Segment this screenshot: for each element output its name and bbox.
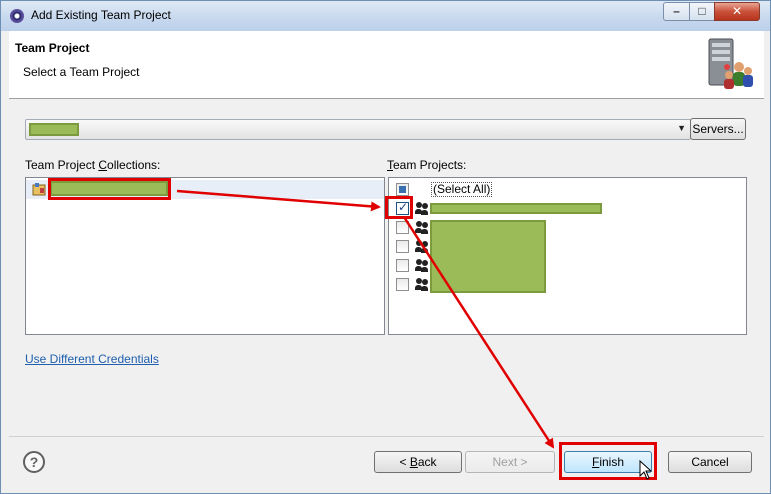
arrow-to-finish: [402, 216, 555, 449]
mouse-cursor-icon: [639, 460, 653, 480]
annotation-arrows: [176, 189, 555, 449]
arrow-to-checkbox: [176, 189, 381, 212]
dialog-window: Add Existing Team Project – □ ✕ Team Pro…: [0, 0, 771, 494]
